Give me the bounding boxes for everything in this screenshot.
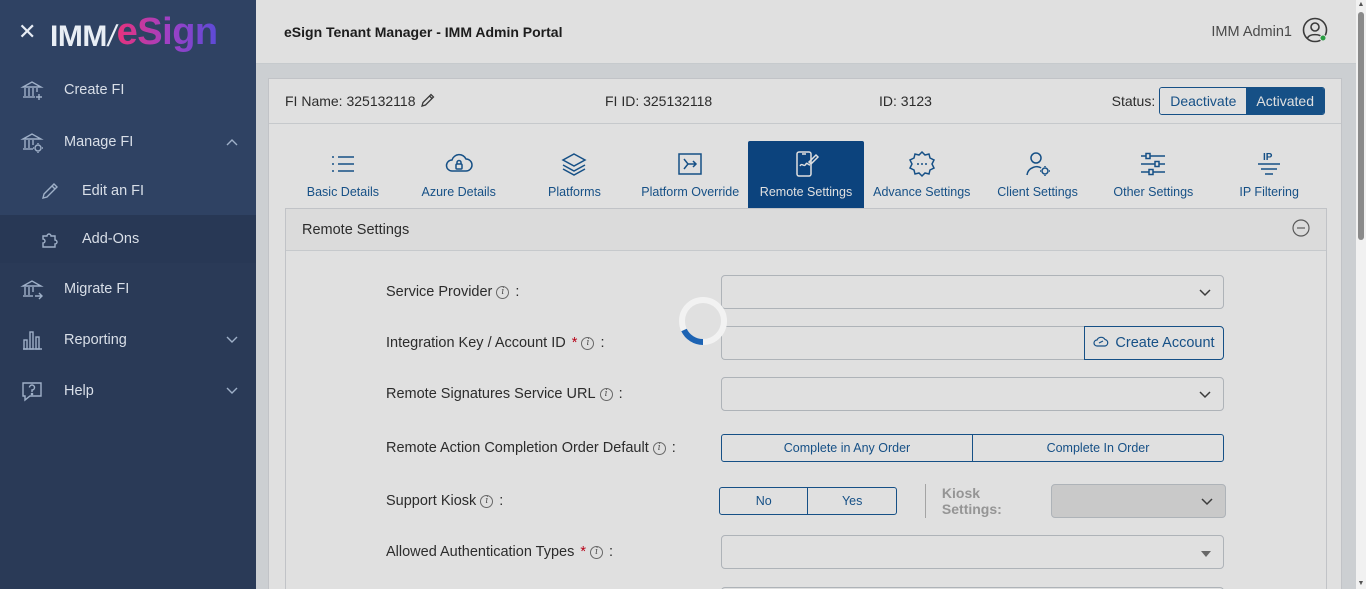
- chevron-down-icon: [226, 383, 238, 399]
- sidebar-item-create-fi[interactable]: Create FI: [0, 64, 256, 116]
- bank-arrow-icon: [20, 277, 44, 301]
- sidebar-item-label: Migrate FI: [64, 280, 130, 297]
- chevron-up-icon: [226, 134, 238, 150]
- sidebar-item-label: Reporting: [64, 331, 127, 348]
- brand-bar: ✕ IMM / eSign: [0, 0, 256, 64]
- loading-spinner-icon: [678, 296, 728, 346]
- sidebar-item-label: Create FI: [64, 82, 125, 98]
- sidebar: ✕ IMM / eSign Create FI Manage FI Edit a…: [0, 0, 256, 589]
- chevron-down-icon: [226, 332, 238, 348]
- sidebar-item-reporting[interactable]: Reporting: [0, 314, 256, 365]
- page-scrollbar[interactable]: ▲ ▼: [1356, 0, 1366, 589]
- bank-gear-icon: [20, 130, 44, 154]
- sidebar-item-label: Edit an FI: [82, 183, 145, 199]
- logo: IMM / eSign: [50, 11, 218, 54]
- scroll-down-icon[interactable]: ▼: [1357, 580, 1365, 588]
- sidebar-item-label: Help: [64, 382, 94, 399]
- help-icon: [20, 379, 44, 403]
- logo-imm: IMM: [50, 19, 107, 53]
- sidebar-item-label: Add-Ons: [82, 231, 140, 247]
- puzzle-icon: [38, 227, 62, 251]
- scrollbar-thumb[interactable]: [1358, 12, 1364, 240]
- scroll-up-icon[interactable]: ▲: [1357, 1, 1365, 9]
- pencil-icon: [38, 179, 62, 203]
- bar-chart-icon: [20, 328, 44, 352]
- sidebar-item-add-ons[interactable]: Add-Ons: [0, 215, 256, 263]
- sidebar-item-help[interactable]: Help: [0, 365, 256, 416]
- sidebar-item-migrate-fi[interactable]: Migrate FI: [0, 263, 256, 314]
- logo-esign: eSign: [116, 10, 218, 53]
- bank-plus-icon: [20, 78, 44, 102]
- close-icon[interactable]: ✕: [18, 21, 40, 43]
- sidebar-item-label: Manage FI: [64, 133, 134, 150]
- loading-overlay: [256, 0, 1356, 589]
- sidebar-item-edit-fi[interactable]: Edit an FI: [0, 167, 256, 215]
- sidebar-item-manage-fi[interactable]: Manage FI: [0, 116, 256, 167]
